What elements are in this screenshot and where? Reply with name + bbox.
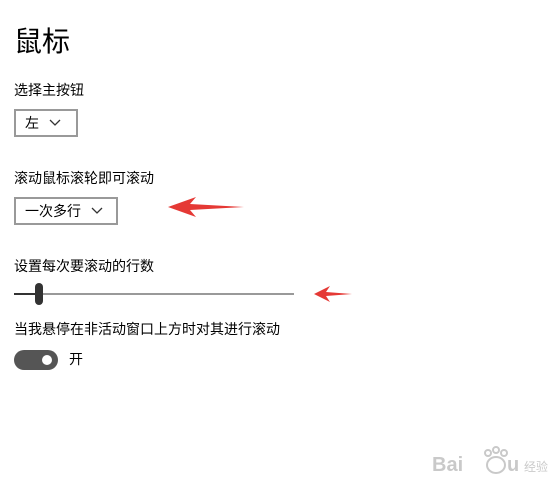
inactive-scroll-toggle[interactable] bbox=[14, 350, 58, 370]
lines-to-scroll-label: 设置每次要滚动的行数 bbox=[14, 259, 154, 275]
page-title: 鼠标 bbox=[14, 25, 71, 58]
toggle-knob bbox=[42, 355, 52, 365]
wheel-scroll-dropdown[interactable]: 一次多行 bbox=[14, 197, 118, 225]
svg-text:u: u bbox=[507, 454, 519, 476]
inactive-scroll-label: 当我悬停在非活动窗口上方时对其进行滚动 bbox=[14, 322, 280, 338]
lines-to-scroll-slider-thumb[interactable] bbox=[35, 283, 44, 305]
wheel-scroll-label: 滚动鼠标滚轮即可滚动 bbox=[14, 171, 154, 187]
primary-button-value: 左 bbox=[25, 116, 39, 132]
svg-text:Bai: Bai bbox=[432, 454, 463, 476]
red-arrow-icon bbox=[314, 286, 352, 302]
primary-button-label: 选择主按钮 bbox=[14, 83, 84, 99]
inactive-scroll-state: 开 bbox=[69, 352, 83, 368]
chevron-down-icon bbox=[49, 119, 61, 127]
red-arrow-icon bbox=[168, 197, 244, 217]
baidu-jingyan-watermark-logo: Bai u 经验 bbox=[432, 446, 548, 476]
primary-button-dropdown[interactable]: 左 bbox=[14, 109, 78, 137]
svg-text:经验: 经验 bbox=[524, 459, 548, 474]
chevron-down-icon bbox=[91, 207, 103, 215]
lines-to-scroll-slider-track[interactable] bbox=[14, 293, 294, 295]
wheel-scroll-value: 一次多行 bbox=[25, 204, 81, 220]
